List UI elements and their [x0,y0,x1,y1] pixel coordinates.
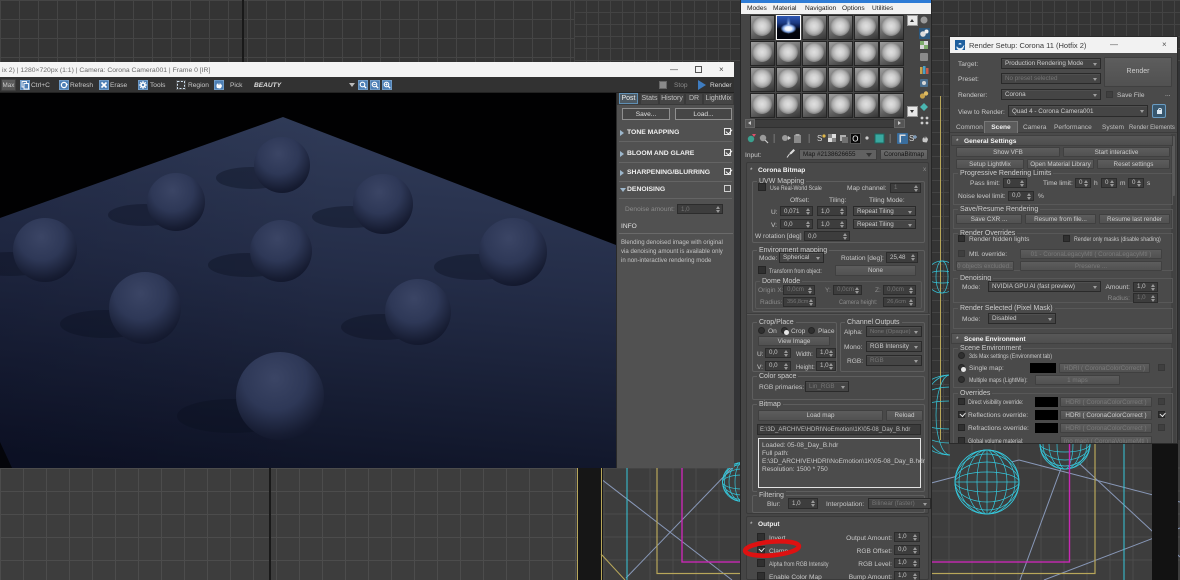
svg-text:S: S [909,134,914,143]
svg-text:O: O [852,135,858,144]
svg-text:S: S [817,134,822,143]
